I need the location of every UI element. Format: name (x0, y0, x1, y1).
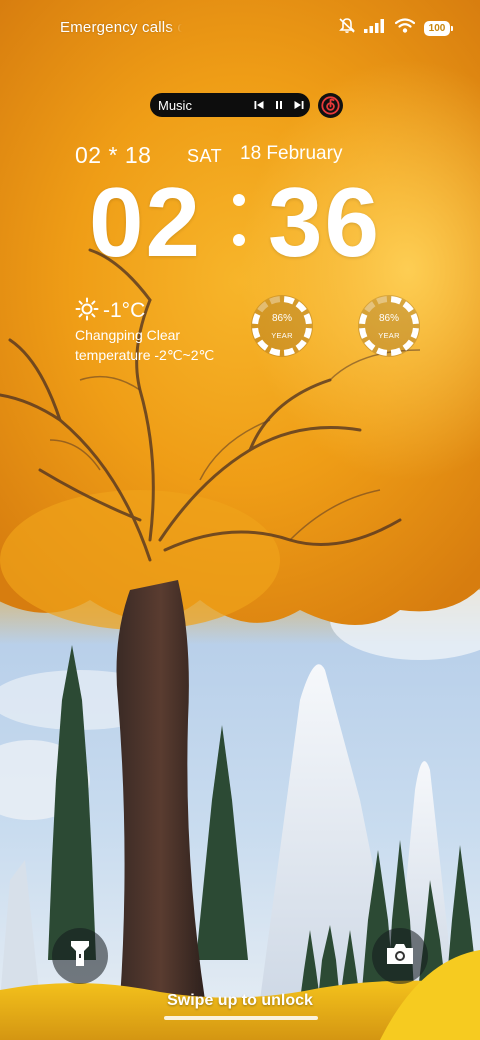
weather-temperature: -1°C (103, 299, 146, 322)
ring-segment (376, 296, 388, 305)
home-indicator[interactable] (164, 1016, 318, 1020)
ring-value: 86% (271, 313, 292, 324)
ring-progress-icon (251, 295, 313, 357)
camera-button[interactable] (372, 928, 428, 984)
ring-label: YEAR (271, 331, 293, 340)
clock-separator (232, 194, 246, 254)
pause-icon[interactable] (274, 100, 284, 110)
lock-clock: 02 36 (0, 172, 480, 272)
signal-icon (364, 18, 386, 38)
ring-value: 86% (378, 313, 399, 324)
flashlight-icon (70, 940, 90, 973)
ring-progress-icon (358, 295, 420, 357)
mute-icon (339, 17, 355, 39)
ring-segment (283, 296, 295, 305)
ring-segment (269, 347, 281, 356)
carrier-status-text: Emergency calls only (60, 19, 182, 36)
music-widget[interactable]: Music (150, 93, 310, 117)
music-controls (254, 100, 304, 110)
status-icons: 100 (339, 17, 453, 39)
clock-hours: 02 (89, 167, 203, 277)
weather-location: Changping Clear (75, 327, 181, 343)
status-bar: Emergency calls only 100 (0, 0, 480, 56)
previous-icon[interactable] (254, 100, 264, 110)
camera-icon (385, 942, 415, 971)
flashlight-button[interactable] (52, 928, 108, 984)
music-app-icon[interactable] (318, 93, 343, 118)
music-title: Music (158, 97, 192, 113)
ring-segment (269, 296, 281, 305)
ring-segment (283, 347, 295, 356)
weather-widget[interactable]: -1°C Changping Clear temperature -2℃~2℃ (75, 297, 255, 364)
weather-range: temperature -2℃~2℃ (75, 347, 215, 363)
weekday: SAT (187, 146, 223, 166)
date-row: 02 * 18 SAT 18 February (0, 140, 480, 170)
ring-segment (376, 347, 388, 356)
sun-icon (75, 297, 99, 326)
clock-minutes: 36 (268, 167, 382, 277)
ring-label: YEAR (378, 331, 400, 340)
year-progress-ring[interactable]: 86% YEAR (247, 291, 317, 361)
full-date: 18 February (240, 143, 343, 164)
wifi-icon (394, 18, 416, 38)
lunar-date: 02 * 18 (75, 142, 152, 168)
ring-segment (390, 296, 402, 305)
battery-icon: 100 (424, 20, 453, 36)
next-icon[interactable] (294, 100, 304, 110)
year-progress-ring[interactable]: 86% YEAR (354, 291, 424, 361)
unlock-hint: Swipe up to unlock (167, 992, 313, 1009)
ring-segment (390, 347, 402, 356)
